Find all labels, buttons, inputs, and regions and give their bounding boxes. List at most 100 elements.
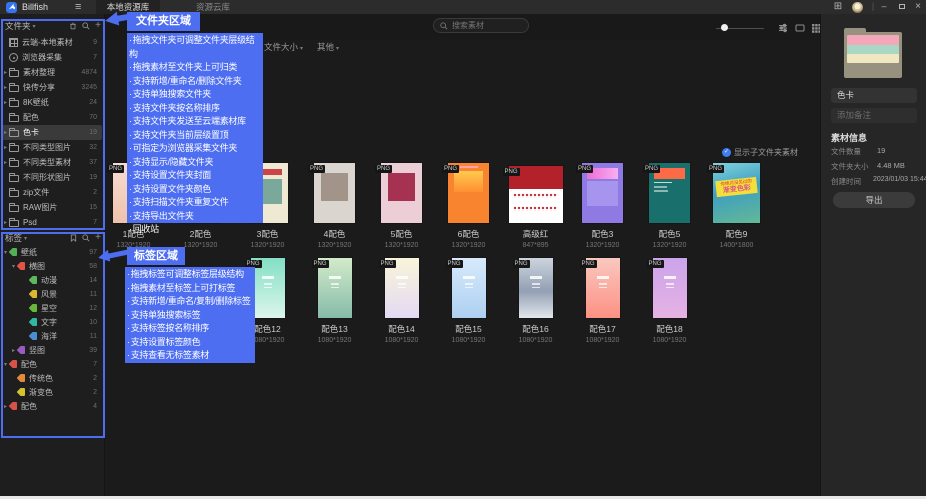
sidebar-item-folder[interactable]: RAW图片15 xyxy=(2,200,102,215)
asset-item[interactable]: PNG5配色1320*1920 xyxy=(368,145,435,249)
info-value: 19 xyxy=(877,146,885,155)
folder-count: 9 xyxy=(93,39,97,46)
show-subfolder-toggle[interactable]: ✓ 显示子文件夹素材 xyxy=(722,147,798,158)
folder-count: 70 xyxy=(89,114,97,121)
sidebar-item-tag[interactable]: 文字10 xyxy=(2,315,102,329)
folder-icon xyxy=(9,160,19,167)
swatch-dots xyxy=(513,206,558,211)
text-mark xyxy=(664,276,676,279)
filter-sliders-icon[interactable] xyxy=(778,23,788,33)
asset-item[interactable]: PNG4配色1320*1920 xyxy=(301,145,368,249)
tag-name: 动漫 xyxy=(41,275,86,286)
sidebar-item-folder[interactable]: zip文件2 xyxy=(2,185,102,200)
sidebar-item-folder[interactable]: ▸色卡19 xyxy=(2,125,102,140)
file-type-badge: PNG xyxy=(576,165,593,173)
asset-item[interactable]: PNG配色131080*1920 xyxy=(301,255,368,344)
asset-item[interactable]: PNG高级红847*895 xyxy=(502,145,569,249)
folder-name: 色卡 xyxy=(23,127,86,138)
asset-item[interactable]: PNG配色31320*1920 xyxy=(569,145,636,249)
asset-item[interactable]: PNG配色181080*1920 xyxy=(636,255,703,344)
info-section-title: 素材信息 xyxy=(831,131,867,144)
sidebar-item-tag[interactable]: ▾横图58 xyxy=(2,259,102,273)
hamburger-menu-icon[interactable]: ≡ xyxy=(75,0,81,14)
filter-other[interactable]: 其他▾ xyxy=(317,41,339,53)
asset-thumb-wrap: PNG xyxy=(586,255,620,318)
text-mark xyxy=(599,287,607,289)
sidebar-item-folder[interactable]: 不同形状图片19 xyxy=(2,170,102,185)
sidebar-item-tag[interactable]: 风景11 xyxy=(2,287,102,301)
sidebar: 文件夹▾ + 云端-本地素材9浏览器采集7▸素材整理4874▸快传分享3245▸… xyxy=(0,14,105,496)
bookmark-icon[interactable] xyxy=(70,234,77,242)
photo-text-label: 你绝对没见过的渐变色彩 xyxy=(715,176,758,197)
tag-name: 配色 xyxy=(21,401,90,412)
text-mark xyxy=(597,276,609,279)
tag-icon xyxy=(9,248,17,256)
sidebar-item-folder[interactable]: ▸8K壁纸24 xyxy=(2,95,102,110)
asset-dimensions: 1320*1920 xyxy=(452,242,486,249)
sidebar-item-tag[interactable]: ▸配色4 xyxy=(2,399,102,413)
caret-icon: ▾ xyxy=(2,361,9,368)
folder-name: Psd xyxy=(23,218,90,227)
sidebar-item-tag[interactable]: 星空12 xyxy=(2,301,102,315)
caret-icon: ▾ xyxy=(2,249,9,256)
user-avatar[interactable] xyxy=(852,2,863,13)
sidebar-item-folder[interactable]: 配色70 xyxy=(2,110,102,125)
sidebar-item-folder[interactable]: ▸Psd7 xyxy=(2,215,102,230)
sidebar-item-tag[interactable]: ▾配色7 xyxy=(2,357,102,371)
asset-item[interactable]: PNG配色161080*1920 xyxy=(502,255,569,344)
file-type-badge: PNG xyxy=(308,165,325,173)
close-button[interactable]: × xyxy=(912,0,924,14)
annotation-line: 回收站 xyxy=(129,223,261,237)
layout-switch-icon[interactable]: ⊞ xyxy=(832,0,844,14)
search-icon xyxy=(440,22,448,30)
sidebar-item-folder[interactable]: ▸快传分享3245 xyxy=(2,80,102,95)
asset-thumbnail: PNG xyxy=(452,258,486,318)
tag-count: 10 xyxy=(89,319,97,326)
asset-item[interactable]: PNG配色141080*1920 xyxy=(368,255,435,344)
file-type-badge: PNG xyxy=(312,260,329,268)
sidebar-item-tag[interactable]: 渐变色2 xyxy=(2,385,102,399)
sidebar-item-folder[interactable]: ▸素材整理4874 xyxy=(2,65,102,80)
text-mark xyxy=(398,283,406,285)
asset-item[interactable]: PNG配色151080*1920 xyxy=(435,255,502,344)
maximize-button[interactable] xyxy=(896,0,908,14)
minimize-button[interactable]: – xyxy=(878,0,890,14)
asset-item[interactable]: PNG配色51320*1920 xyxy=(636,145,703,249)
asset-item[interactable]: PNG6配色1320*1920 xyxy=(435,145,502,249)
sidebar-item-tag[interactable]: 海洋11 xyxy=(2,329,102,343)
asset-dimensions: 1080*1920 xyxy=(452,337,486,344)
tag-name: 星空 xyxy=(41,303,86,314)
export-button[interactable]: 导出 xyxy=(833,192,915,208)
folder-search-icon[interactable] xyxy=(82,22,90,30)
sidebar-item-tag[interactable]: 传统色2 xyxy=(2,371,102,385)
sidebar-item-folder[interactable]: 浏览器采集7 xyxy=(2,50,102,65)
app-title: Billfish xyxy=(22,2,48,12)
caret-icon: ▸ xyxy=(2,403,9,410)
note-input[interactable]: 添加备注 xyxy=(831,108,917,123)
card-view-icon[interactable] xyxy=(795,23,805,33)
sidebar-item-tag[interactable]: ▾壁纸97 xyxy=(2,245,102,259)
tag-area-title: 标签区域 xyxy=(127,247,185,265)
titlebar-divider: | xyxy=(870,0,876,14)
annotation-line: 支持单独搜索文件夹 xyxy=(129,88,261,102)
trash-icon[interactable] xyxy=(69,22,77,30)
sidebar-item-tag[interactable]: 动漫14 xyxy=(2,273,102,287)
asset-item[interactable]: PNG你绝对没见过的渐变色彩配色91400*1800 xyxy=(703,145,770,249)
search-input[interactable]: 搜索素材 xyxy=(433,18,529,33)
zoom-slider[interactable] xyxy=(716,26,764,30)
sidebar-item-folder[interactable]: ▸不同类型图片32 xyxy=(2,140,102,155)
text-mark xyxy=(331,287,339,289)
folder-name: 配色 xyxy=(23,112,86,123)
asset-item[interactable]: PNG配色171080*1920 xyxy=(569,255,636,344)
folder-name-input[interactable]: 色卡 xyxy=(831,88,917,103)
filter-file-size[interactable]: 文件大小▾ xyxy=(264,41,303,53)
tag-search-icon[interactable] xyxy=(82,234,90,242)
add-folder-icon[interactable]: + xyxy=(95,21,101,31)
sidebar-item-folder[interactable]: 云端-本地素材9 xyxy=(2,35,102,50)
sidebar-item-folder[interactable]: ▸不同类型素材37 xyxy=(2,155,102,170)
sidebar-item-tag[interactable]: ▸竖图39 xyxy=(2,343,102,357)
asset-dimensions: 1080*1920 xyxy=(519,337,553,344)
folder-name: 不同类型素材 xyxy=(23,157,86,168)
asset-thumbnail: PNG xyxy=(381,163,422,223)
folder-count: 7 xyxy=(93,219,97,226)
